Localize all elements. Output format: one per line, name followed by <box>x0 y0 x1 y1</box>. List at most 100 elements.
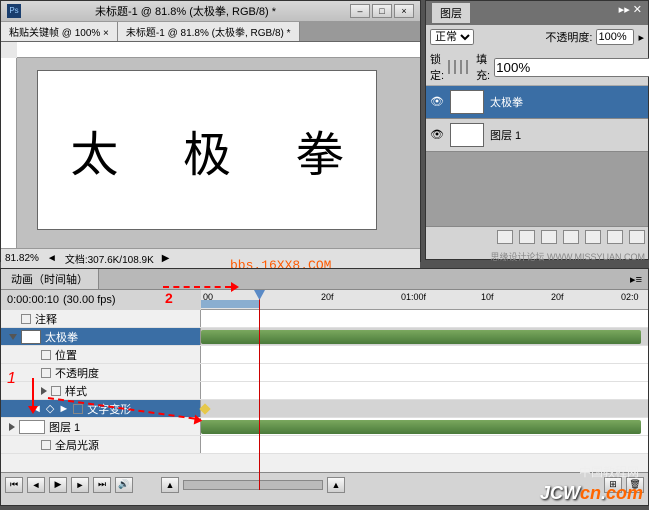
zoom-out-button[interactable]: ▲ <box>161 477 179 493</box>
layer-name[interactable]: 太极拳 <box>490 94 523 110</box>
zoom-in-button[interactable]: ▲ <box>327 477 345 493</box>
track-name[interactable]: 图层 1 <box>49 419 80 435</box>
ruler-mark: 01:00f <box>401 292 426 302</box>
track-row[interactable]: 图层 1 <box>1 418 648 436</box>
chevron-right-icon[interactable]: ▸ <box>638 31 644 44</box>
visibility-icon[interactable]: 👁 <box>430 95 444 109</box>
ps-icon: Ps <box>7 4 21 18</box>
expand-icon[interactable] <box>41 387 47 395</box>
track-row[interactable]: ◄◇►文字变形 <box>1 400 648 418</box>
window-titlebar[interactable]: Ps 未标题-1 @ 81.8% (太极拳, RGB/8) * – □ × <box>1 1 420 22</box>
layer-thumbnail[interactable]: T <box>450 90 484 114</box>
mask-icon[interactable] <box>541 230 557 244</box>
track-row[interactable]: T 太极拳 <box>1 328 648 346</box>
collapse-icon[interactable]: ▸▸ ✕ <box>619 3 642 23</box>
expand-icon[interactable] <box>9 423 15 431</box>
layer-name[interactable]: 图层 1 <box>490 127 521 143</box>
visibility-icon[interactable]: 👁 <box>430 128 444 142</box>
canvas-text-2: 极 <box>183 115 231 185</box>
canvas-viewport[interactable]: 太 极 拳 <box>17 58 420 248</box>
canvas[interactable]: 太 极 拳 <box>37 70 377 230</box>
track-style: 样式 <box>65 383 87 399</box>
lock-all-icon[interactable] <box>466 60 468 74</box>
audio-button[interactable]: 🔊 <box>115 477 133 493</box>
fx-icon[interactable] <box>519 230 535 244</box>
track-row[interactable]: 全局光源 <box>1 436 648 454</box>
new-layer-icon[interactable] <box>607 230 623 244</box>
scroll-left-icon[interactable]: ◄ <box>47 253 57 264</box>
clip-bar[interactable] <box>201 420 641 434</box>
document-statusbar: 81.82% ◄ 文档:307.6K/108.9K ▶ <box>1 248 420 268</box>
stopwatch-icon[interactable] <box>41 368 51 378</box>
track-name[interactable]: 太极拳 <box>45 329 78 345</box>
next-key-icon[interactable]: ► <box>58 403 69 415</box>
watermark-jcw: JCWcn.com <box>540 483 643 504</box>
layers-tab[interactable]: 图层 <box>432 3 470 23</box>
first-frame-button[interactable]: ⏮ <box>5 477 23 493</box>
file-size: 文档:307.6K/108.9K <box>65 251 154 266</box>
zoom-level[interactable]: 81.82% <box>5 253 39 264</box>
layer-row[interactable]: 👁 T 太极拳 <box>426 86 648 119</box>
layer-thumbnail[interactable] <box>450 123 484 147</box>
annotation-2: 2 <box>165 290 173 306</box>
time-ruler[interactable]: 00 20f 01:00f 10f 20f 02:0 <box>201 290 648 310</box>
lock-transparent-icon[interactable] <box>448 60 450 74</box>
opacity-input[interactable] <box>596 29 634 45</box>
doc-tab-2[interactable]: 未标题-1 @ 81.8% (太极拳, RGB/8) * <box>118 22 300 41</box>
track-thumbnail <box>19 420 45 434</box>
play-button[interactable]: ▶ <box>49 477 67 493</box>
minimize-button[interactable]: – <box>350 4 370 18</box>
trash-icon[interactable] <box>629 230 645 244</box>
keyframe[interactable] <box>199 403 210 414</box>
ruler-mark: 20f <box>551 292 564 302</box>
annotation-arrow-down <box>32 378 34 408</box>
opacity-label: 不透明度: <box>545 29 592 45</box>
close-button[interactable]: × <box>394 4 414 18</box>
panel-header[interactable]: 图层 ▸▸ ✕ <box>426 1 648 25</box>
track-comments: 注释 <box>35 311 57 327</box>
stopwatch-icon[interactable] <box>41 440 51 450</box>
blend-mode-select[interactable]: 正常 <box>430 29 474 45</box>
doc-tab-1[interactable]: 粘贴关键帧 @ 100% × <box>1 22 118 41</box>
expand-icon[interactable] <box>9 334 17 340</box>
lock-pixels-icon[interactable] <box>454 60 456 74</box>
ruler-mark: 02:0 <box>621 292 639 302</box>
fill-input[interactable] <box>494 58 649 77</box>
link-icon[interactable] <box>497 230 513 244</box>
window-title: 未标题-1 @ 81.8% (太极拳, RGB/8) * <box>95 3 276 19</box>
track-thumbnail: T <box>21 330 41 344</box>
track-row[interactable]: 样式 <box>1 382 648 400</box>
vertical-ruler[interactable] <box>1 58 17 248</box>
prev-frame-button[interactable]: ◄ <box>27 477 45 493</box>
layer-row[interactable]: 👁 图层 1 <box>426 119 648 152</box>
track-row[interactable]: 不透明度 <box>1 364 648 382</box>
stopwatch-icon[interactable] <box>41 350 51 360</box>
last-frame-button[interactable]: ⏭ <box>93 477 111 493</box>
add-key-icon[interactable]: ◇ <box>46 402 54 415</box>
maximize-button[interactable]: □ <box>372 4 392 18</box>
horizontal-ruler[interactable] <box>17 42 420 58</box>
chevron-right-icon[interactable]: ▶ <box>162 253 170 264</box>
current-time[interactable]: 0:00:00:10 <box>7 294 59 306</box>
lock-position-icon[interactable] <box>460 60 462 74</box>
stopwatch-icon[interactable] <box>73 404 83 414</box>
stopwatch-icon[interactable] <box>21 314 31 324</box>
panel-menu-icon[interactable]: ▸≡ <box>624 273 648 286</box>
next-frame-button[interactable]: ► <box>71 477 89 493</box>
playhead[interactable] <box>259 290 260 490</box>
layer-list: 👁 T 太极拳 👁 图层 1 <box>426 86 648 226</box>
ruler-mark: 00 <box>203 292 213 302</box>
document-tabs: 粘贴关键帧 @ 100% × 未标题-1 @ 81.8% (太极拳, RGB/8… <box>1 22 420 42</box>
annotation-1: 1 <box>7 370 16 388</box>
timeline-header[interactable]: 动画（时间轴） ▸≡ <box>1 269 648 290</box>
stopwatch-icon[interactable] <box>51 386 61 396</box>
timeline-panel: 动画（时间轴） ▸≡ 0:00:00:10 (30.00 fps) 00 20f… <box>0 268 649 506</box>
track-row[interactable]: 位置 <box>1 346 648 364</box>
clip-bar[interactable] <box>201 330 641 344</box>
folder-icon[interactable] <box>585 230 601 244</box>
timeline-tab[interactable]: 动画（时间轴） <box>1 269 99 289</box>
fps[interactable]: (30.00 fps) <box>63 294 116 306</box>
zoom-slider[interactable] <box>183 480 323 490</box>
ruler-mark: 10f <box>481 292 494 302</box>
adjustment-icon[interactable] <box>563 230 579 244</box>
